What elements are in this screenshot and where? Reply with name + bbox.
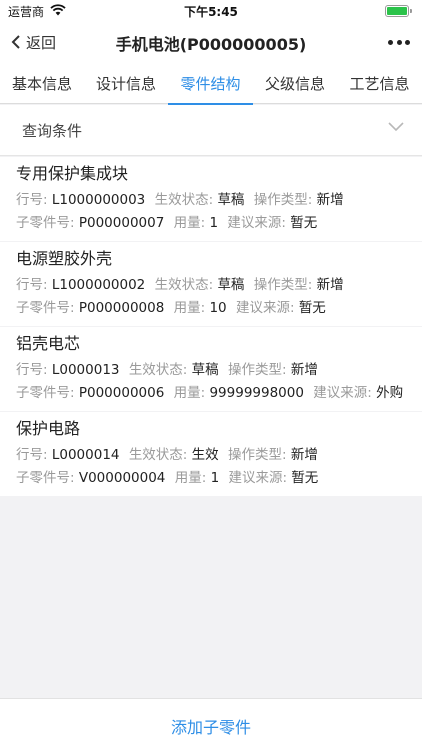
quantity-label: 用量: xyxy=(173,385,206,401)
child-part-no-value: V000000004 xyxy=(78,470,166,486)
op-type-label: 操作类型: xyxy=(227,447,287,463)
status-value: 草稿 xyxy=(191,362,219,378)
tab-process-info[interactable]: 工艺信息 xyxy=(337,62,422,104)
source-value: 暂无 xyxy=(291,470,319,486)
bottom-action-bar: 添加子零件 xyxy=(0,698,422,750)
chevron-down-icon xyxy=(388,122,404,132)
line-no-label: 行号: xyxy=(16,447,48,463)
tab-design-info[interactable]: 设计信息 xyxy=(84,62,168,104)
tab-label: 设计信息 xyxy=(95,74,156,93)
source-value: 暂无 xyxy=(298,300,326,316)
child-part-no-label: 子零件号: xyxy=(16,300,75,316)
child-part-no-value: P000000007 xyxy=(78,215,165,231)
status-label: 生效状态: xyxy=(154,277,214,293)
op-type-value: 新增 xyxy=(316,277,344,293)
part-name: 电源塑胶外壳 xyxy=(16,249,113,268)
part-item[interactable]: 电源塑胶外壳 行号: L1000000002 生效状态: 草稿 操作类型: 新增… xyxy=(0,242,422,326)
add-child-part-button[interactable]: 添加子零件 xyxy=(0,714,422,738)
quantity-value: 10 xyxy=(209,300,227,316)
tab-bar: 基本信息 设计信息 零件结构 父级信息 工艺信息 xyxy=(0,62,422,105)
page-title: 手机电池(P000000005) xyxy=(115,35,307,54)
quantity-label: 用量: xyxy=(173,300,206,316)
tab-label: 工艺信息 xyxy=(349,74,410,93)
child-part-no-value: P000000006 xyxy=(78,385,165,401)
query-conditions-label: 查询条件 xyxy=(22,122,83,140)
query-conditions-toggle[interactable]: 查询条件 xyxy=(0,105,422,156)
part-item[interactable]: 专用保护集成块 行号: L1000000003 生效状态: 草稿 操作类型: 新… xyxy=(0,157,422,241)
line-no-label: 行号: xyxy=(16,192,48,208)
line-no-label: 行号: xyxy=(16,362,48,378)
line-no-value: L1000000003 xyxy=(51,192,146,208)
tab-label: 父级信息 xyxy=(264,74,325,93)
op-type-label: 操作类型: xyxy=(253,192,313,208)
op-type-value: 新增 xyxy=(290,447,318,463)
part-name: 铝壳电芯 xyxy=(16,334,81,353)
status-value: 草稿 xyxy=(217,192,245,208)
line-no-value: L0000014 xyxy=(51,447,120,463)
status-time: 下午5:45 xyxy=(184,5,238,19)
nav-bar: 返回 手机电池(P000000005) xyxy=(0,22,422,62)
tab-basic-info[interactable]: 基本信息 xyxy=(0,62,84,104)
child-part-no-label: 子零件号: xyxy=(16,470,75,486)
more-dot-icon xyxy=(405,39,410,45)
quantity-value: 99999998000 xyxy=(209,385,304,401)
tab-label: 基本信息 xyxy=(11,74,72,93)
tab-part-structure[interactable]: 零件结构 xyxy=(168,62,253,105)
op-type-value: 新增 xyxy=(290,362,318,378)
more-dot-icon xyxy=(388,39,393,45)
child-part-no-value: P000000008 xyxy=(78,300,165,316)
part-item[interactable]: 保护电路 行号: L0000014 生效状态: 生效 操作类型: 新增 子零件号… xyxy=(0,412,422,496)
battery-fill xyxy=(387,7,407,15)
more-options-button[interactable] xyxy=(388,34,410,50)
op-type-label: 操作类型: xyxy=(227,362,287,378)
line-no-value: L0000013 xyxy=(51,362,120,378)
quantity-value: 1 xyxy=(210,470,220,486)
op-type-value: 新增 xyxy=(316,192,344,208)
part-name: 保护电路 xyxy=(16,419,81,438)
status-label: 生效状态: xyxy=(128,362,188,378)
child-part-no-label: 子零件号: xyxy=(16,385,75,401)
line-no-value: L1000000002 xyxy=(51,277,146,293)
part-list: 专用保护集成块 行号: L1000000003 生效状态: 草稿 操作类型: 新… xyxy=(0,157,422,497)
part-item[interactable]: 铝壳电芯 行号: L0000013 生效状态: 草稿 操作类型: 新增 子零件号… xyxy=(0,327,422,411)
quantity-label: 用量: xyxy=(174,470,207,486)
child-part-no-label: 子零件号: xyxy=(16,215,75,231)
quantity-label: 用量: xyxy=(173,215,206,231)
status-value: 生效 xyxy=(191,447,219,463)
op-type-label: 操作类型: xyxy=(253,277,313,293)
more-dot-icon xyxy=(396,39,402,45)
source-value: 外购 xyxy=(376,385,404,401)
status-bar: 运营商 下午5:45 xyxy=(0,0,422,22)
status-label: 生效状态: xyxy=(128,447,188,463)
source-label: 建议来源: xyxy=(228,470,288,486)
tab-label: 零件结构 xyxy=(180,74,241,93)
battery-icon xyxy=(385,5,412,17)
source-value: 暂无 xyxy=(290,215,318,231)
quantity-value: 1 xyxy=(209,215,219,231)
status-label: 生效状态: xyxy=(154,192,214,208)
source-label: 建议来源: xyxy=(313,385,372,401)
source-label: 建议来源: xyxy=(235,300,295,316)
line-no-label: 行号: xyxy=(16,277,48,293)
source-label: 建议来源: xyxy=(227,215,286,231)
status-value: 草稿 xyxy=(217,277,245,293)
tab-parent-info[interactable]: 父级信息 xyxy=(253,62,337,104)
part-name: 专用保护集成块 xyxy=(16,164,129,183)
